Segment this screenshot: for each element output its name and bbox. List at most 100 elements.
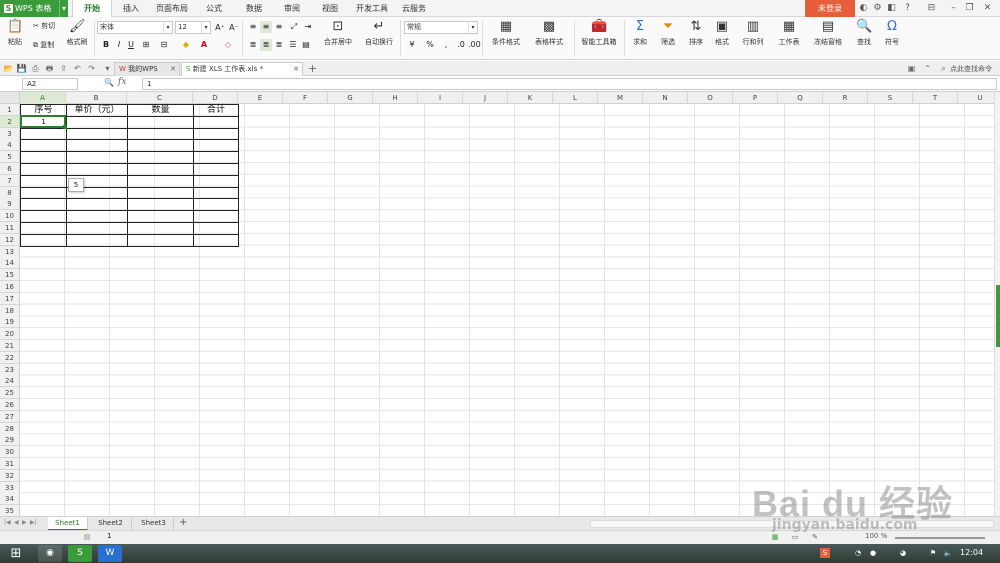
row-header[interactable]: 13 [0,245,20,258]
row-header[interactable]: 21 [0,340,20,352]
sheet-tab-sheet1[interactable]: Sheet1 [48,517,88,531]
column-header[interactable]: N [643,92,688,104]
row-header[interactable]: 2 [0,115,20,128]
table-cell[interactable] [20,186,67,200]
open-icon[interactable]: 📂 [3,63,14,74]
table-cell[interactable] [20,151,67,164]
column-header[interactable]: C [127,92,193,104]
row-header[interactable]: 34 [0,493,20,506]
table-cell[interactable] [66,233,128,247]
freeze-panes-button[interactable]: ▤ 冻结窗格 [808,19,848,47]
settings-icon[interactable]: ⚙ [872,3,883,14]
last-sheet-icon[interactable]: ▶| [30,519,37,526]
table-header-cell[interactable]: 单价（元） [66,104,128,117]
table-style-button[interactable]: ▩ 表格样式 [530,19,568,47]
table-cell[interactable] [127,233,194,247]
table-header-cell[interactable]: 序号 [20,104,67,117]
decrease-font-icon[interactable]: A⁻ [228,22,240,34]
column-header[interactable]: I [418,92,463,104]
indent-icon[interactable]: ⇥ [302,21,314,33]
feedback-icon[interactable]: ▣ [906,63,917,74]
row-header[interactable]: 25 [0,387,20,400]
close-icon[interactable]: ✕ [982,3,993,14]
page-break-view-icon[interactable]: ▭ [790,532,800,542]
conditional-format-button[interactable]: ▦ 条件格式 [486,19,526,47]
row-header[interactable]: 17 [0,292,20,305]
column-header[interactable]: K [508,92,553,104]
tab-developer[interactable]: 开发工具 [352,0,392,17]
table-cell[interactable] [193,174,239,188]
row-header[interactable]: 9 [0,198,20,211]
row-header[interactable]: 7 [0,174,20,187]
table-cell[interactable]: 1 [20,115,67,129]
column-header[interactable]: S [868,92,913,104]
sum-button[interactable]: Σ 求和 [628,19,652,47]
cut-button[interactable]: ✂ 剪切 [33,21,55,31]
rows-cols-button[interactable]: ▥ 行和列 [738,19,768,47]
align-left-icon[interactable]: ≣ [247,39,259,51]
tab-home[interactable]: 开始 [72,0,112,17]
prev-sheet-icon[interactable]: ◀ [14,519,19,526]
volume-icon[interactable]: 🔈 [943,548,953,558]
tab-formulas[interactable]: 公式 [200,0,228,17]
name-box[interactable]: A2 [22,78,78,90]
windows-start-icon[interactable]: ⊞ [4,544,28,563]
table-cell[interactable] [193,127,239,141]
tab-cloud[interactable]: 云服务 [398,0,430,17]
tab-view[interactable]: 视图 [318,0,342,17]
table-cell[interactable] [20,127,67,141]
fx-icon[interactable]: fx [118,77,126,87]
column-header[interactable]: H [373,92,418,104]
table-cell[interactable] [66,221,128,235]
filter-button[interactable]: ⏷ 筛选 [656,19,680,47]
column-header[interactable]: J [463,92,508,104]
collapse-ribbon-icon[interactable]: ⌃ [922,63,933,74]
new-tab-icon[interactable]: + [307,63,318,74]
format-button[interactable]: ▣ 格式 [710,19,734,47]
distribute-icon[interactable]: ▤ [300,39,312,51]
tab-review[interactable]: 审阅 [280,0,304,17]
customize-chevron-icon[interactable]: ▾ [102,63,113,74]
table-cell[interactable] [66,198,128,212]
doc-tab-my-wps[interactable]: W 我的WPS ✕ [114,62,180,76]
login-button[interactable]: 未登录 [805,0,855,17]
row-header[interactable]: 6 [0,163,20,175]
percent-button[interactable]: % [424,39,436,51]
table-cell[interactable] [127,221,194,235]
row-header[interactable]: 12 [0,233,20,246]
merge-cells-icon[interactable]: ⊟ [158,39,170,51]
doc-tab-workbook[interactable]: S 新建 XLS 工作表.xls * ✕ [181,62,303,76]
table-cell[interactable] [127,174,194,188]
wrap-text-button[interactable]: ↵ 自动换行 [362,19,396,47]
browser-task-icon[interactable]: ◉ [38,545,62,562]
table-cell[interactable] [193,210,239,223]
row-header[interactable]: 31 [0,458,20,470]
row-header[interactable]: 1 [0,104,20,116]
column-header[interactable]: B [66,92,127,104]
select-all-corner[interactable] [0,92,20,104]
wps-writer-task-icon[interactable]: W [98,545,122,562]
command-search[interactable]: 点此查找命令 [950,64,992,74]
table-cell[interactable] [20,198,67,212]
row-header[interactable]: 23 [0,363,20,376]
tab-page-layout[interactable]: 页面布局 [152,0,192,17]
theme-icon[interactable]: ◐ [858,3,869,14]
justify-icon[interactable]: ☰ [287,39,299,51]
table-cell[interactable] [66,127,128,141]
search-icon[interactable]: ⌕ [938,63,949,74]
thousands-icon[interactable]: , [440,39,452,51]
spreadsheet-grid[interactable]: ABCDEFGHIJKLMNOPQRSTU 1 2 3 4 5 6 7 8 9 10 11 12 13 1… [0,92,994,516]
table-cell[interactable] [193,233,239,247]
first-sheet-icon[interactable]: |◀ [4,519,11,526]
zoom-level[interactable]: 100 % [865,532,887,540]
row-header[interactable]: 14 [0,257,20,270]
row-header[interactable]: 35 [0,505,20,516]
tray-flag-icon[interactable]: ⚑ [928,548,938,558]
row-header[interactable]: 5 [0,151,20,164]
formula-input[interactable]: 1 [142,78,997,90]
scrollbar-thumb[interactable] [996,285,1000,347]
table-header-cell[interactable]: 合计 [193,104,239,117]
tray-qq-icon[interactable]: ◕ [898,548,908,558]
row-header[interactable]: 15 [0,269,20,282]
merge-center-button[interactable]: ⊡ 合并居中 [320,19,356,47]
